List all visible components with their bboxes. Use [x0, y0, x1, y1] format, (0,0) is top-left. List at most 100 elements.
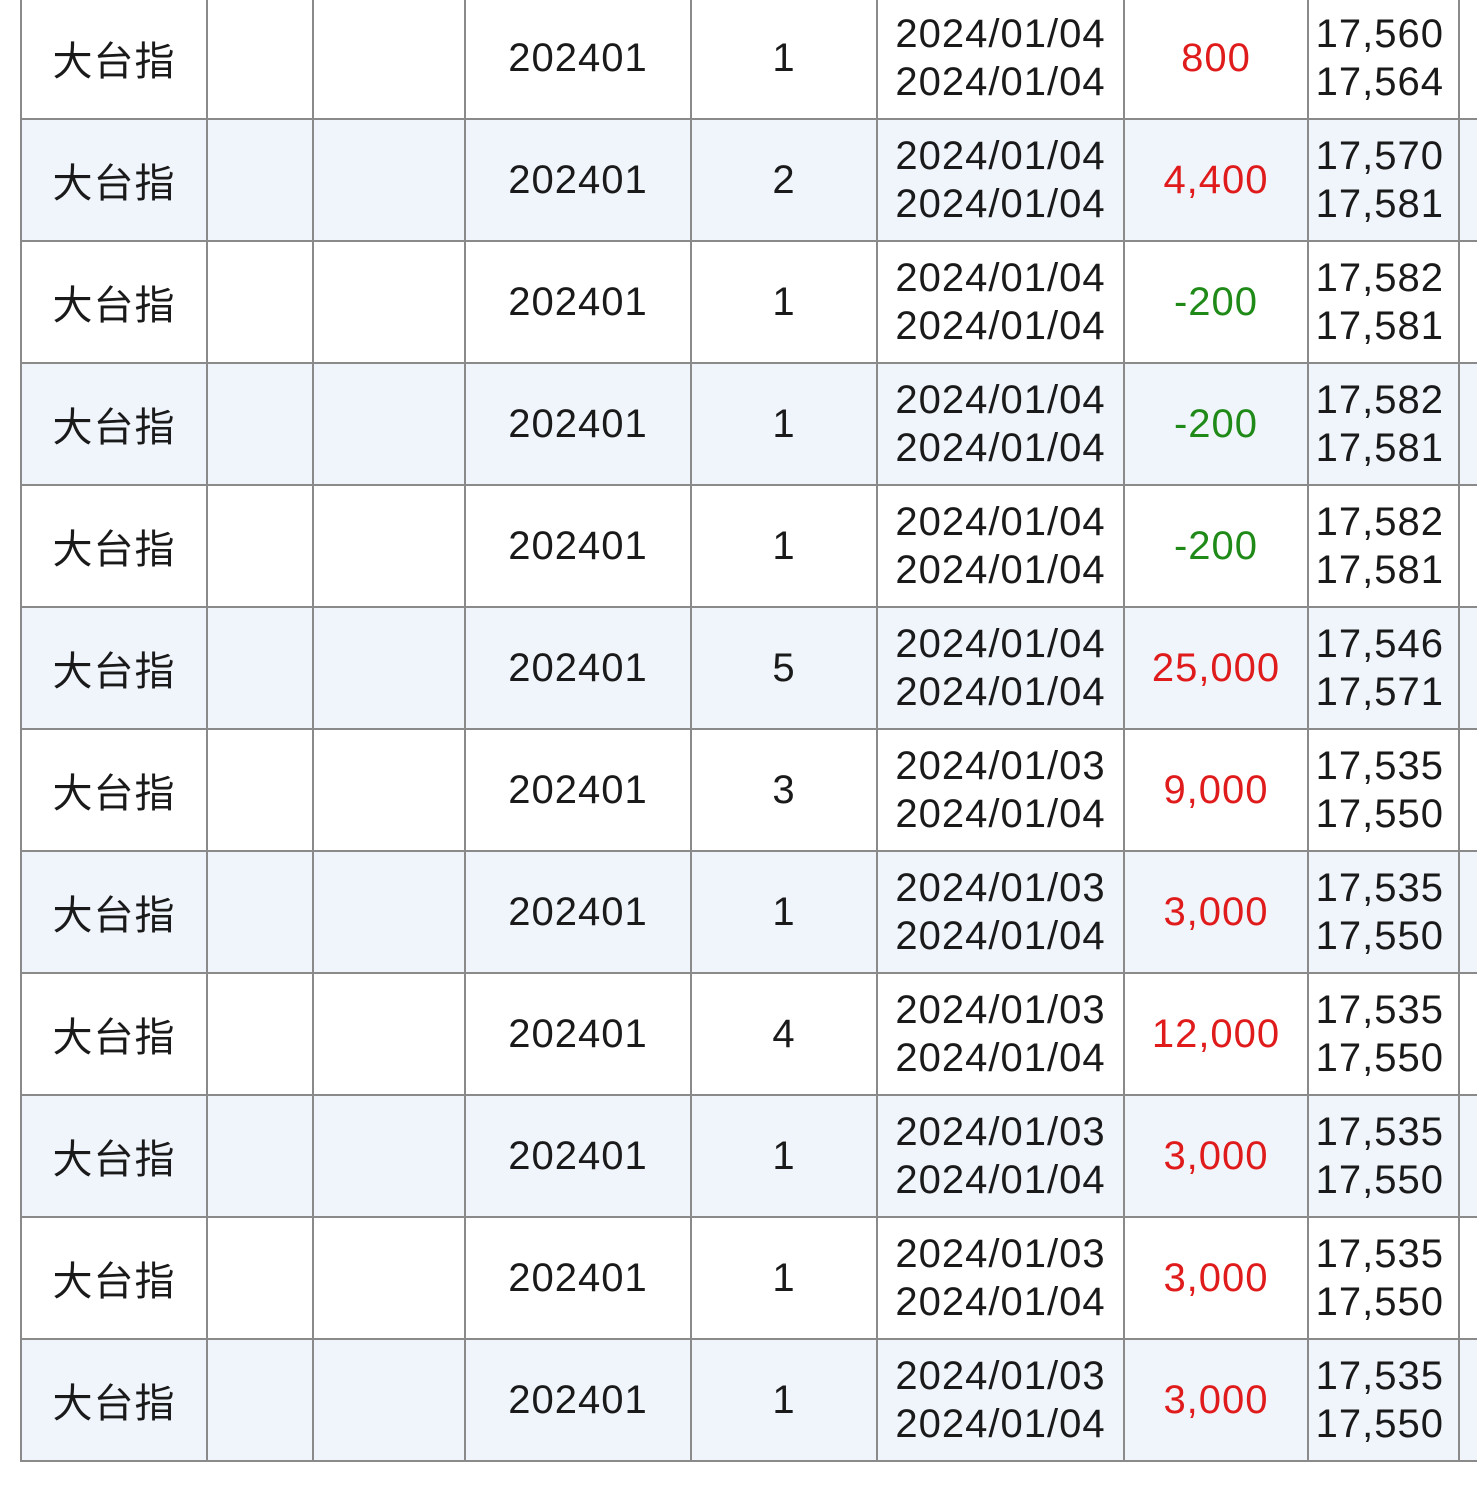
close-date: 2024/01/04	[895, 914, 1106, 958]
table-row[interactable]: 大台指 202401 1 2024/01/04 2024/01/04 -200 …	[20, 240, 1477, 364]
quantity: 1	[772, 1133, 796, 1178]
date-cell: 2024/01/04 2024/01/04	[876, 0, 1125, 120]
open-date: 2024/01/03	[895, 1110, 1106, 1154]
contract-month: 202401	[508, 1255, 648, 1300]
price-cell: 17,582 17,581	[1307, 362, 1460, 486]
quantity: 5	[772, 645, 796, 690]
contract-month: 202401	[508, 35, 648, 80]
profit-loss: 12,000	[1151, 1011, 1281, 1056]
open-price: 17,546	[1315, 622, 1444, 666]
profit-loss-cell: -200	[1123, 362, 1309, 486]
quantity-cell: 1	[690, 0, 878, 120]
table-row[interactable]: 大台指 202401 2 2024/01/04 2024/01/04 4,400…	[20, 118, 1477, 242]
profit-loss: 3,000	[1163, 1255, 1269, 1300]
empty-cell	[206, 1338, 314, 1462]
table-row[interactable]: 大台指 202401 1 2024/01/03 2024/01/04 3,000…	[20, 1216, 1477, 1340]
close-price: 17,550	[1315, 1158, 1444, 1202]
product-name-cell: 大台指	[20, 1094, 208, 1218]
contract-month-cell: 202401	[464, 118, 692, 242]
table-row[interactable]: 大台指 202401 5 2024/01/04 2024/01/04 25,00…	[20, 606, 1477, 730]
contract-month: 202401	[508, 889, 648, 934]
contract-month: 202401	[508, 401, 648, 446]
open-price: 17,535	[1315, 1232, 1444, 1276]
open-date: 2024/01/04	[895, 500, 1106, 544]
profit-loss-cell: 12,000	[1123, 972, 1309, 1096]
table-row[interactable]: 大台指 202401 3 2024/01/03 2024/01/04 9,000…	[20, 728, 1477, 852]
open-date: 2024/01/04	[895, 378, 1106, 422]
table-row[interactable]: 大台指 202401 1 2024/01/03 2024/01/04 3,000…	[20, 1094, 1477, 1218]
empty-cell	[312, 1338, 466, 1462]
overflow-cell	[1458, 362, 1477, 486]
price-cell: 17,535 17,550	[1307, 850, 1460, 974]
overflow-cell	[1458, 850, 1477, 974]
quantity: 1	[772, 889, 796, 934]
contract-month-cell: 202401	[464, 1216, 692, 1340]
empty-cell	[206, 1216, 314, 1340]
profit-loss: 3,000	[1163, 1377, 1269, 1422]
table-row[interactable]: 大台指 202401 1 2024/01/04 2024/01/04 -200 …	[20, 484, 1477, 608]
close-price: 17,550	[1315, 1402, 1444, 1446]
product-name: 大台指	[52, 405, 176, 451]
overflow-cell	[1458, 240, 1477, 364]
trade-history-table: 大台指 202401 1 2024/01/04 2024/01/04 800 1…	[20, 0, 1477, 1462]
profit-loss-cell: -200	[1123, 240, 1309, 364]
contract-month-cell: 202401	[464, 1094, 692, 1218]
contract-month-cell: 202401	[464, 0, 692, 120]
profit-loss-cell: 3,000	[1123, 850, 1309, 974]
trade-history-viewport[interactable]: 大台指 202401 1 2024/01/04 2024/01/04 800 1…	[0, 0, 1477, 1485]
table-row[interactable]: 大台指 202401 1 2024/01/04 2024/01/04 800 1…	[20, 0, 1477, 120]
empty-cell	[312, 118, 466, 242]
quantity-cell: 1	[690, 484, 878, 608]
close-price: 17,581	[1315, 304, 1444, 348]
product-name-cell: 大台指	[20, 240, 208, 364]
price-cell: 17,535 17,550	[1307, 972, 1460, 1096]
open-date: 2024/01/03	[895, 988, 1106, 1032]
product-name-cell: 大台指	[20, 972, 208, 1096]
open-price: 17,535	[1315, 866, 1444, 910]
empty-cell	[206, 972, 314, 1096]
close-date: 2024/01/04	[895, 182, 1106, 226]
contract-month-cell: 202401	[464, 484, 692, 608]
date-cell: 2024/01/04 2024/01/04	[876, 606, 1125, 730]
quantity: 3	[772, 767, 796, 812]
product-name: 大台指	[52, 161, 176, 207]
close-date: 2024/01/04	[895, 670, 1106, 714]
profit-loss-cell: 800	[1123, 0, 1309, 120]
profit-loss-cell: 3,000	[1123, 1338, 1309, 1462]
close-date: 2024/01/04	[895, 426, 1106, 470]
open-price: 17,535	[1315, 988, 1444, 1032]
profit-loss: -200	[1173, 279, 1259, 324]
quantity-cell: 4	[690, 972, 878, 1096]
product-name-cell: 大台指	[20, 362, 208, 486]
contract-month-cell: 202401	[464, 362, 692, 486]
close-price: 17,550	[1315, 1036, 1444, 1080]
quantity: 1	[772, 523, 796, 568]
contract-month-cell: 202401	[464, 972, 692, 1096]
product-name: 大台指	[52, 649, 176, 695]
table-row[interactable]: 大台指 202401 1 2024/01/04 2024/01/04 -200 …	[20, 362, 1477, 486]
table-row[interactable]: 大台指 202401 1 2024/01/03 2024/01/04 3,000…	[20, 1338, 1477, 1462]
date-cell: 2024/01/03 2024/01/04	[876, 1338, 1125, 1462]
product-name: 大台指	[52, 283, 176, 329]
quantity-cell: 1	[690, 1216, 878, 1340]
product-name: 大台指	[52, 771, 176, 817]
quantity-cell: 1	[690, 1094, 878, 1218]
open-date: 2024/01/03	[895, 1232, 1106, 1276]
table-row[interactable]: 大台指 202401 4 2024/01/03 2024/01/04 12,00…	[20, 972, 1477, 1096]
profit-loss: -200	[1173, 523, 1259, 568]
quantity: 1	[772, 279, 796, 324]
empty-cell	[206, 606, 314, 730]
product-name-cell: 大台指	[20, 728, 208, 852]
contract-month-cell: 202401	[464, 850, 692, 974]
empty-cell	[312, 972, 466, 1096]
product-name: 大台指	[52, 1137, 176, 1183]
product-name: 大台指	[52, 527, 176, 573]
contract-month-cell: 202401	[464, 1338, 692, 1462]
empty-cell	[312, 1216, 466, 1340]
quantity-cell: 1	[690, 362, 878, 486]
close-date: 2024/01/04	[895, 792, 1106, 836]
quantity-cell: 2	[690, 118, 878, 242]
price-cell: 17,535 17,550	[1307, 1094, 1460, 1218]
table-row[interactable]: 大台指 202401 1 2024/01/03 2024/01/04 3,000…	[20, 850, 1477, 974]
empty-cell	[206, 0, 314, 120]
